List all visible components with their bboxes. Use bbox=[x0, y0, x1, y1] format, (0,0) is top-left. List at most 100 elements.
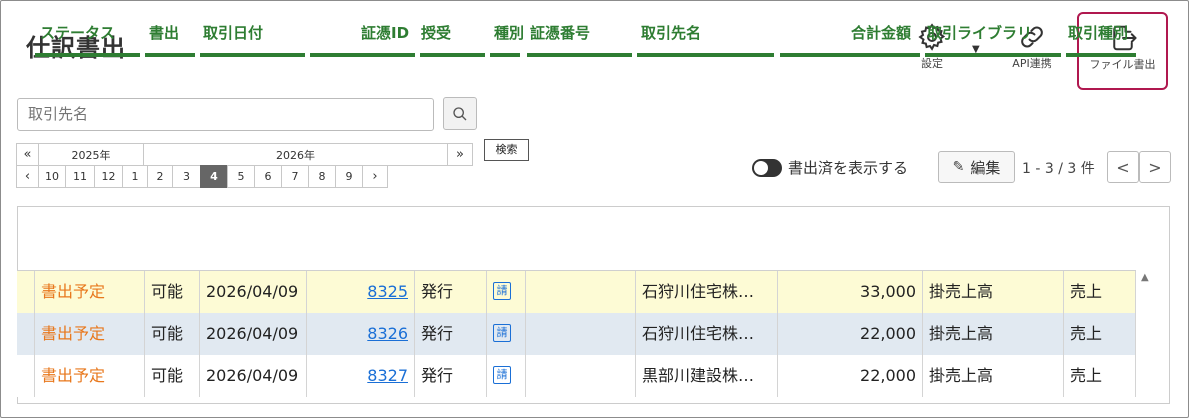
file-export-label: ファイル書出 bbox=[1089, 58, 1156, 71]
partner-cell: 石狩川住宅株… bbox=[636, 313, 778, 355]
month-7[interactable]: 7 bbox=[281, 165, 309, 188]
prev-year-button[interactable]: « bbox=[16, 143, 39, 166]
settings-label: 設定 bbox=[921, 57, 943, 70]
amount-cell: 22,000 bbox=[778, 355, 923, 397]
column-header-status[interactable]: ステータス bbox=[40, 22, 115, 43]
voucher-id-cell: 8325 bbox=[307, 271, 415, 313]
toggle-switch[interactable] bbox=[752, 158, 782, 177]
year-row: « 2025年 2026年 » bbox=[16, 143, 473, 166]
voucher-id-link[interactable]: 8326 bbox=[367, 324, 408, 343]
voucher-id-link[interactable]: 8327 bbox=[367, 366, 408, 385]
partner-search-input[interactable] bbox=[17, 98, 434, 131]
month-11[interactable]: 11 bbox=[65, 165, 95, 188]
next-month-button[interactable]: › bbox=[362, 165, 388, 188]
type-cell: 売上 bbox=[1064, 355, 1136, 397]
next-page-button[interactable]: > bbox=[1139, 151, 1171, 183]
pencil-icon: ✎ bbox=[952, 159, 965, 175]
invoice-icon[interactable]: 請 bbox=[493, 324, 511, 342]
voucher-id-cell: 8326 bbox=[307, 313, 415, 355]
voucher-no-cell bbox=[526, 271, 636, 313]
direction-cell: 発行 bbox=[415, 313, 487, 355]
export-cell: 可能 bbox=[145, 355, 200, 397]
next-year-button[interactable]: » bbox=[447, 143, 473, 166]
date-cell: 2026/04/09 bbox=[200, 313, 307, 355]
month-row: ‹ 10 11 12 1 2 3 4 5 6 7 8 9 › bbox=[16, 165, 473, 188]
header-underline bbox=[145, 53, 195, 57]
kind-cell: 請 bbox=[487, 355, 526, 397]
month-1[interactable]: 1 bbox=[122, 165, 148, 188]
year-2025-label: 2025年 bbox=[38, 143, 144, 166]
month-8[interactable]: 8 bbox=[308, 165, 336, 188]
month-12[interactable]: 12 bbox=[94, 165, 123, 188]
table-row[interactable]: 書出予定 可能 2026/04/09 8327 発行 請 黒部川建設株… 22,… bbox=[17, 355, 1136, 397]
month-selector: « 2025年 2026年 » ‹ 10 11 12 1 2 3 4 5 6 7… bbox=[16, 143, 473, 188]
partner-cell: 石狩川住宅株… bbox=[636, 271, 778, 313]
column-header-voucher-no[interactable]: 証憑番号 bbox=[530, 22, 590, 43]
status-cell: 書出予定 bbox=[34, 313, 145, 355]
amount-cell: 33,000 bbox=[778, 271, 923, 313]
column-header-direction[interactable]: 授受 bbox=[421, 22, 451, 43]
column-header-date[interactable]: 取引日付 bbox=[203, 22, 263, 43]
search-icon bbox=[453, 106, 467, 120]
month-4-selected[interactable]: 4 bbox=[200, 165, 228, 188]
month-5[interactable]: 5 bbox=[227, 165, 255, 188]
scroll-up-arrow-icon[interactable]: ▲ bbox=[1141, 272, 1149, 283]
prev-month-button[interactable]: ‹ bbox=[16, 165, 39, 188]
column-header-voucher-id[interactable]: 証憑ID bbox=[361, 22, 409, 43]
header-underline bbox=[200, 53, 305, 57]
pagination-info: 1 - 3 / 3 件 bbox=[1022, 161, 1095, 177]
edit-button[interactable]: ✎ 編集 bbox=[938, 151, 1015, 183]
library-cell: 掛売上高 bbox=[923, 355, 1064, 397]
header-underline bbox=[925, 53, 1061, 57]
status-cell: 書出予定 bbox=[34, 355, 145, 397]
voucher-id-cell: 8327 bbox=[307, 355, 415, 397]
voucher-id-link[interactable]: 8325 bbox=[367, 282, 408, 301]
year-2026-label: 2026年 bbox=[143, 143, 448, 166]
voucher-no-cell bbox=[526, 313, 636, 355]
library-cell: 掛売上高 bbox=[923, 271, 1064, 313]
table-row[interactable]: 書出予定 可能 2026/04/09 8326 発行 請 石狩川住宅株… 22,… bbox=[17, 313, 1136, 355]
column-header-library[interactable]: 取引ライブラリ bbox=[927, 22, 1032, 43]
search-button[interactable] bbox=[443, 97, 477, 130]
header-underline bbox=[780, 53, 920, 57]
table-row[interactable]: 書出予定 可能 2026/04/09 8325 発行 請 石狩川住宅株… 33,… bbox=[17, 271, 1136, 313]
export-cell: 可能 bbox=[145, 313, 200, 355]
toggle-label: 書出済を表示する bbox=[788, 159, 909, 177]
prev-page-button[interactable]: < bbox=[1107, 151, 1139, 183]
header-underline bbox=[637, 53, 774, 57]
voucher-no-cell bbox=[526, 355, 636, 397]
header-underline bbox=[1066, 53, 1136, 57]
header-underline bbox=[310, 53, 415, 57]
edit-label: 編集 bbox=[970, 158, 1001, 177]
header-underline bbox=[527, 53, 632, 57]
column-header-partner[interactable]: 取引先名 bbox=[641, 22, 701, 43]
direction-cell: 発行 bbox=[415, 271, 487, 313]
month-10[interactable]: 10 bbox=[38, 165, 66, 188]
type-cell: 売上 bbox=[1064, 271, 1136, 313]
column-header-type[interactable]: 取引種別 bbox=[1068, 22, 1128, 43]
date-cell: 2026/04/09 bbox=[200, 355, 307, 397]
status-cell: 書出予定 bbox=[34, 271, 145, 313]
show-exported-toggle[interactable]: 書出済を表示する bbox=[752, 157, 908, 178]
export-cell: 可能 bbox=[145, 271, 200, 313]
kind-cell: 請 bbox=[487, 313, 526, 355]
invoice-icon[interactable]: 請 bbox=[493, 282, 511, 300]
header-underline bbox=[490, 53, 520, 57]
header-underline bbox=[35, 53, 140, 57]
api-label: API連携 bbox=[1012, 57, 1052, 70]
column-header-amount[interactable]: 合計金額 bbox=[851, 22, 911, 43]
partner-cell: 黒部川建設株… bbox=[636, 355, 778, 397]
header-underline bbox=[420, 53, 485, 57]
month-9[interactable]: 9 bbox=[335, 165, 363, 188]
column-header-export[interactable]: 書出 bbox=[149, 22, 179, 43]
invoice-icon[interactable]: 請 bbox=[493, 366, 511, 384]
amount-cell: 22,000 bbox=[778, 313, 923, 355]
month-6[interactable]: 6 bbox=[254, 165, 282, 188]
month-3[interactable]: 3 bbox=[172, 165, 201, 188]
month-2[interactable]: 2 bbox=[147, 165, 173, 188]
date-cell: 2026/04/09 bbox=[200, 271, 307, 313]
direction-cell: 発行 bbox=[415, 355, 487, 397]
column-header-kind[interactable]: 種別 bbox=[494, 22, 524, 43]
search-tooltip: 検索 bbox=[484, 139, 529, 161]
type-cell: 売上 bbox=[1064, 313, 1136, 355]
